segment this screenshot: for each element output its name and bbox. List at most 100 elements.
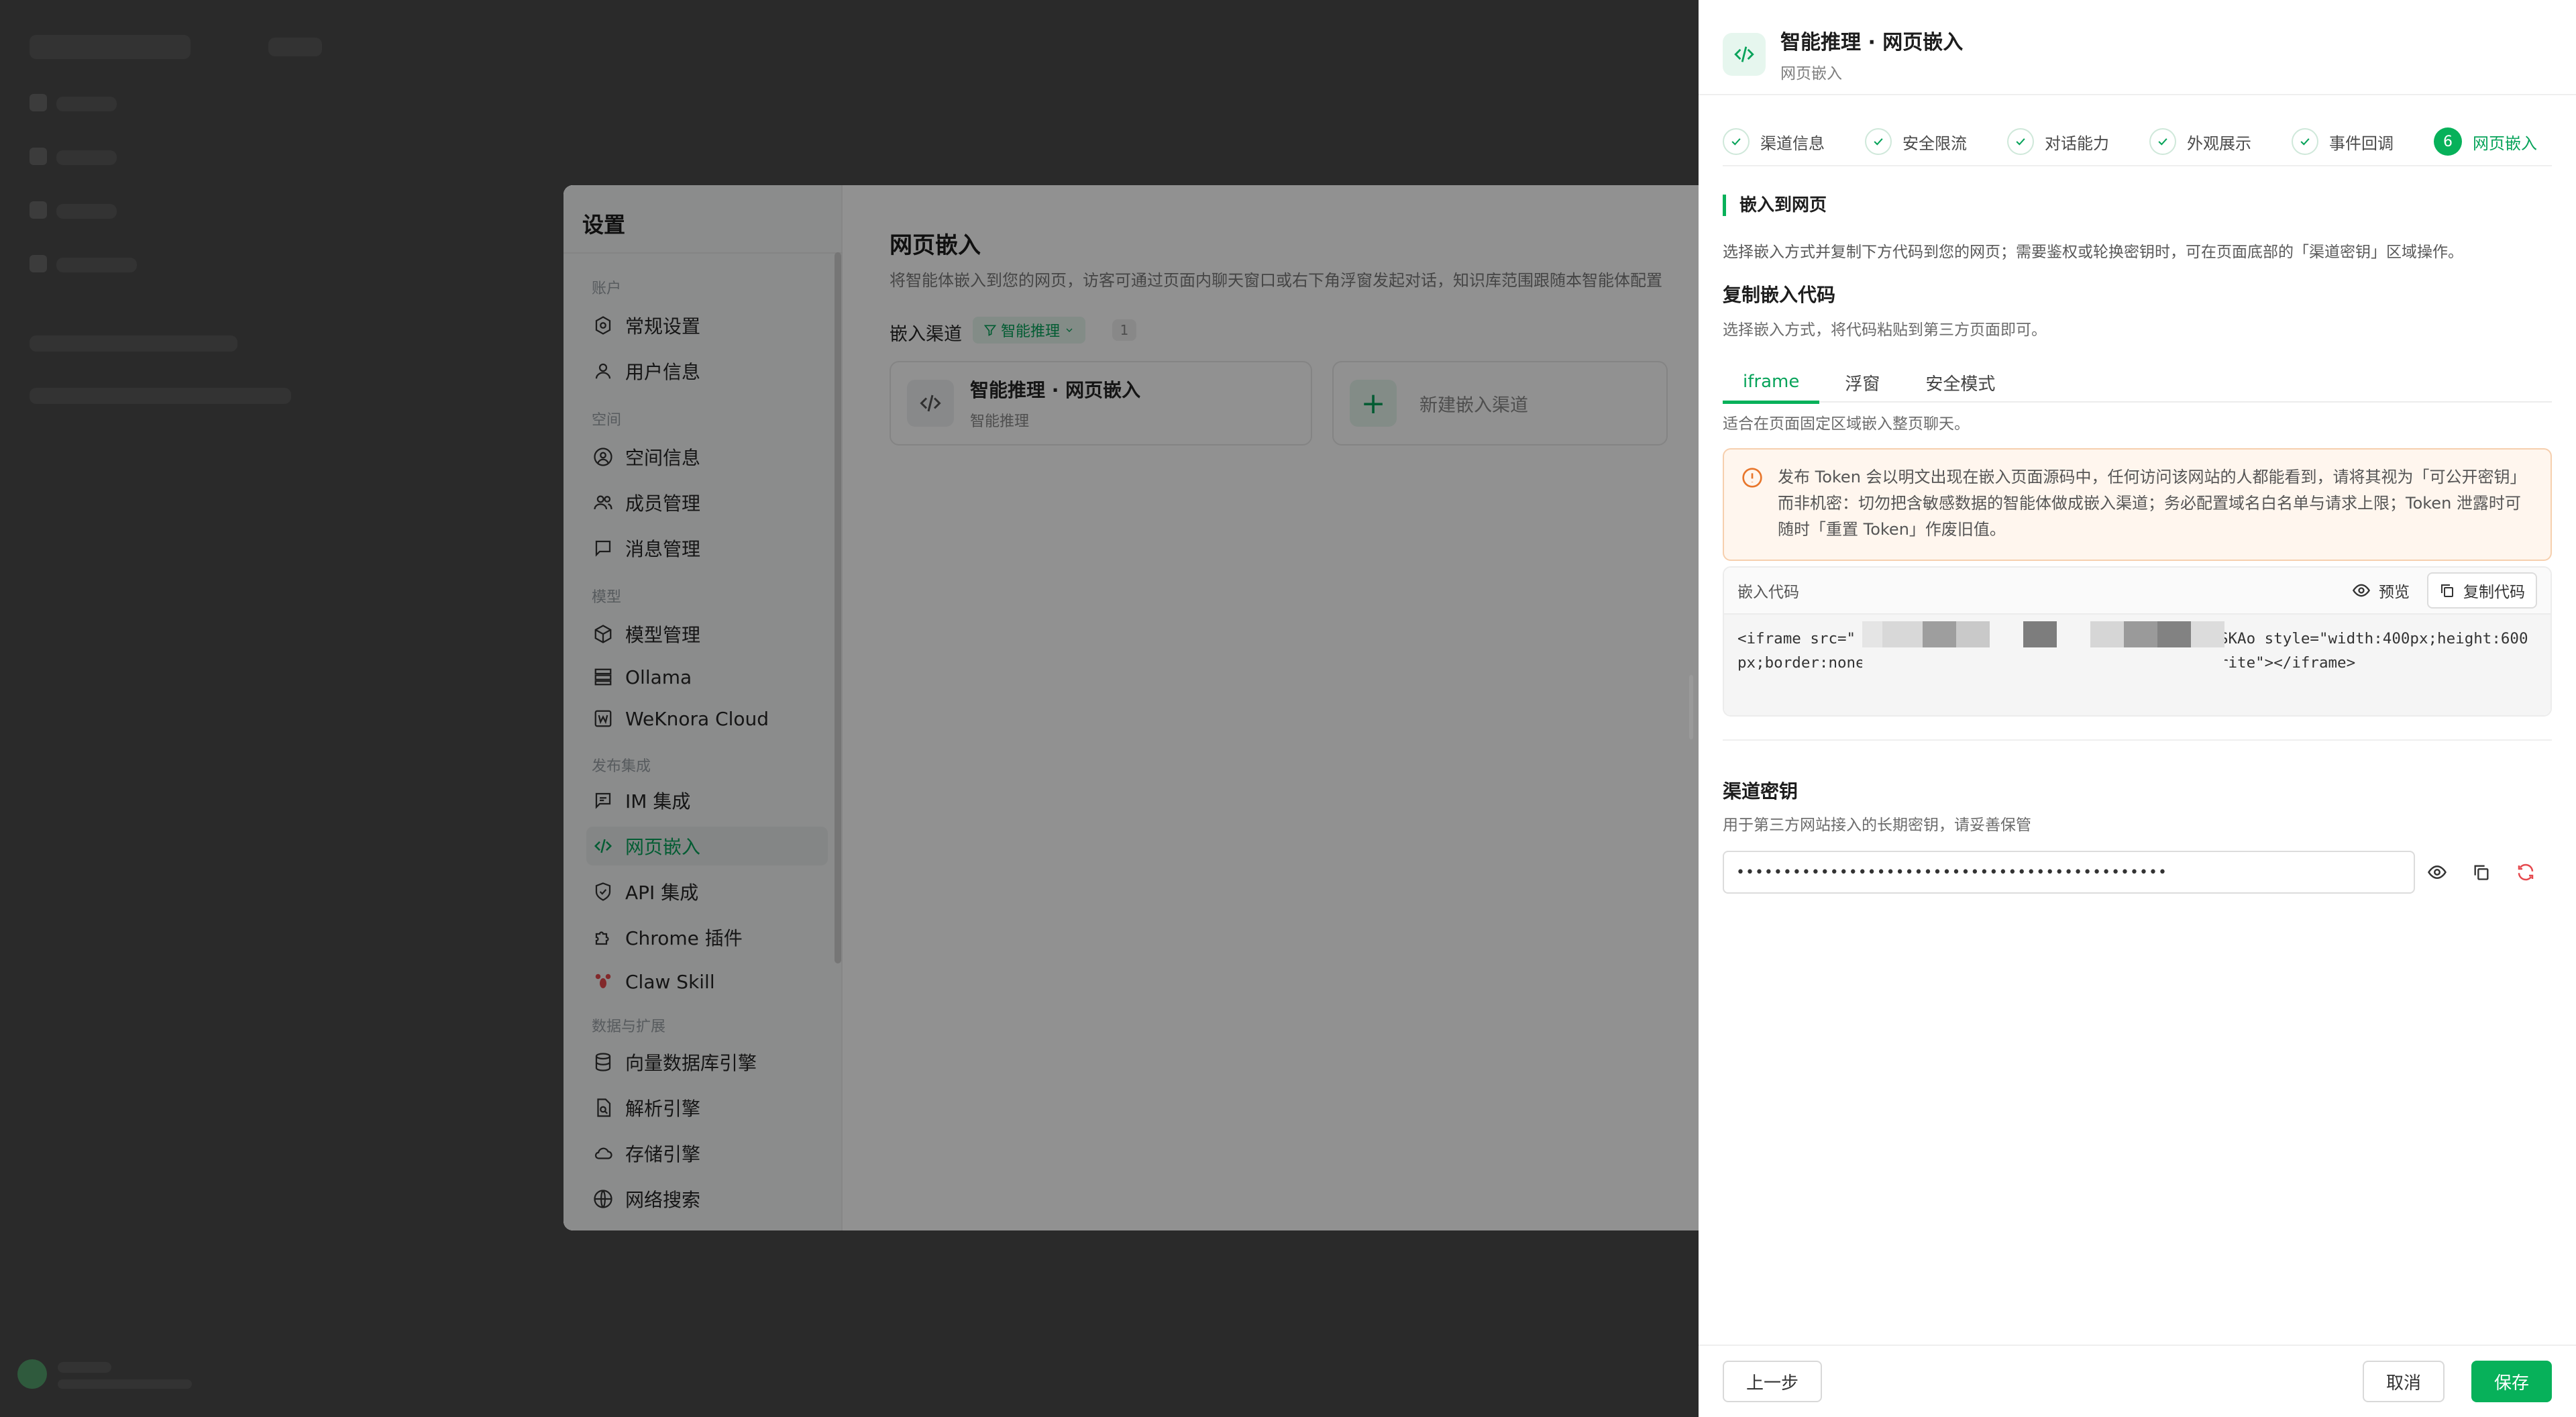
sidebar-item-web-search[interactable]: 网络搜索 [586,1179,828,1218]
blurred-nav-icon [30,94,47,111]
sidebar-item-parser[interactable]: 解析引擎 [586,1088,828,1127]
blurred-user-name [58,1362,111,1373]
drawer-subtitle: 网页嵌入 [1780,65,1842,83]
sidebar-item-chrome[interactable]: Chrome 插件 [586,918,828,957]
sidebar-item-space-info[interactable]: 空间信息 [586,437,828,476]
new-channel-card[interactable]: + 新建嵌入渠道 [1332,361,1668,445]
blurred-logo [30,35,191,59]
embed-code[interactable]: <iframe src=" a5f-42d1-a32d-aa0368e270fa… [1724,615,2551,715]
copy-code-title: 复制嵌入代码 [1723,284,1836,306]
sidebar-item-label: 常规设置 [625,315,701,337]
user-icon [595,363,611,379]
code-icon [1723,33,1766,76]
cube-icon [594,625,612,643]
divider [1723,165,2552,166]
sidebar-item-label: 向量数据库引擎 [625,1052,757,1074]
blurred-nav-icon [30,201,47,219]
reveal-key-button[interactable] [2415,862,2459,882]
warning-text: 发布 Token 会以明文出现在嵌入页面源码中，任何访问该网站的人都能看到，请将… [1778,468,2521,539]
sidebar-item-claw-skill[interactable]: Claw Skill [586,962,828,1001]
sidebar-item-web-embed[interactable]: 网页嵌入 [586,827,828,865]
redacted-url [1862,621,2224,674]
sidebar-scrollbar[interactable] [835,252,841,963]
section-title: 嵌入到网页 [1723,195,1827,216]
token-warning: 发布 Token 会以明文出现在嵌入页面源码中，任何访问该网站的人都能看到，请将… [1723,448,2552,561]
previous-step-button[interactable]: 上一步 [1723,1361,1822,1402]
sidebar-item-messages[interactable]: 消息管理 [586,529,828,568]
sidebar-item-members[interactable]: 成员管理 [586,483,828,522]
sidebar-item-ollama[interactable]: Ollama [586,658,828,696]
gear-icon [595,316,611,335]
step-label: 事件回调 [2329,134,2394,153]
sidebar-item-label: Ollama [625,666,692,688]
users-icon [594,495,612,510]
copy-code-label: 复制代码 [2463,584,2525,601]
file-search-icon [597,1098,611,1117]
channel-card[interactable]: 智能推理 · 网页嵌入 智能推理 [890,361,1312,445]
puzzle-icon [595,931,609,945]
sidebar-item-storage[interactable]: 存储引擎 [586,1134,828,1173]
sidebar-item-label: API 集成 [625,882,699,904]
sidebar-item-label: 网络搜索 [625,1189,701,1211]
preview-label: 预览 [2379,584,2410,601]
sidebar-item-weknora-cloud[interactable]: WeKnora Cloud [586,699,828,738]
save-button[interactable]: 保存 [2471,1361,2552,1402]
step-indicator: 渠道信息 安全限流 对话能力 外观展示 事件回调 6 网页嵌入 [1723,118,2552,165]
check-icon [1865,128,1892,155]
weknora-logo-icon [594,710,612,727]
step-6[interactable]: 6 网页嵌入 [2434,127,2537,156]
blurred-nav-text [56,204,117,219]
step-5[interactable]: 事件回调 [2292,128,2394,155]
tab-secure-mode[interactable]: 安全模式 [1905,362,2015,403]
settings-sidebar: 设置 账户 常规设置 用户信息 空间 空间信息 成员管理 消息管理 模型 模型管… [564,185,843,1230]
channel-card-sub: 智能推理 [970,413,1030,430]
sidebar-item-user-info[interactable]: 用户信息 [586,352,828,390]
tab-iframe[interactable]: iframe [1723,362,1820,404]
blurred-nav-text [56,150,117,165]
group-space: 空间 [592,412,622,429]
channel-filter[interactable]: 智能推理 [973,317,1086,344]
sidebar-item-label: Chrome 插件 [625,927,743,949]
sidebar-item-im[interactable]: IM 集成 [586,781,828,820]
tab-floating[interactable]: 浮窗 [1825,362,1900,403]
channel-key-field[interactable]: ••••••••••••••••••••••••••••••••••••••••… [1723,851,2415,894]
settings-modal: 设置 账户 常规设置 用户信息 空间 空间信息 成员管理 消息管理 模型 模型管… [564,185,1699,1230]
section-description: 选择嵌入方式并复制下方代码到您的网页；需要鉴权或轮换密钥时，可在页面底部的「渠道… [1723,244,2463,261]
reset-key-button[interactable] [2504,862,2548,882]
sidebar-item-model-mgmt[interactable]: 模型管理 [586,615,828,653]
sidebar-item-label: 用户信息 [625,361,701,383]
group-publish: 发布集成 [592,758,651,775]
database-icon [595,1053,611,1071]
embed-drawer: 智能推理 · 网页嵌入 网页嵌入 渠道信息 安全限流 对话能力 外观展示 事件回… [1699,0,2576,1417]
chat-icon [595,792,611,809]
channel-card-name: 智能推理 · 网页嵌入 [970,379,1141,401]
step-label: 对话能力 [2045,134,2109,153]
channel-label: 嵌入渠道 [890,324,962,345]
check-icon [2149,128,2176,155]
step-label: 网页嵌入 [2473,134,2537,153]
sidebar-item-api[interactable]: API 集成 [586,872,828,911]
channel-key-row: ••••••••••••••••••••••••••••••••••••••••… [1723,851,2552,894]
resize-handle[interactable] [1689,675,1693,739]
copy-code-button[interactable]: 复制代码 [2427,572,2537,609]
preview-button[interactable]: 预览 [2352,579,2410,602]
step-4[interactable]: 外观展示 [2149,128,2251,155]
copy-icon [2441,584,2453,597]
copy-key-button[interactable] [2459,863,2504,882]
blurred-list-item [30,335,237,352]
chevron-down-icon [1066,328,1073,332]
sidebar-item-general[interactable]: 常规设置 [586,306,828,345]
message-icon [595,540,611,557]
step-label: 安全限流 [1902,134,1967,153]
channel-filter-label: 智能推理 [1001,323,1061,340]
cancel-button[interactable]: 取消 [2363,1361,2445,1402]
step-3[interactable]: 对话能力 [2007,128,2109,155]
step-1[interactable]: 渠道信息 [1723,128,1825,155]
step-2[interactable]: 安全限流 [1865,128,1967,155]
sidebar-item-label: 消息管理 [625,538,701,560]
sidebar-item-vector-db[interactable]: 向量数据库引擎 [586,1043,828,1082]
blurred-nav-text [56,97,117,111]
check-icon [2292,128,2318,155]
new-channel-label: 新建嵌入渠道 [1419,395,1528,416]
group-account: 账户 [592,280,622,297]
